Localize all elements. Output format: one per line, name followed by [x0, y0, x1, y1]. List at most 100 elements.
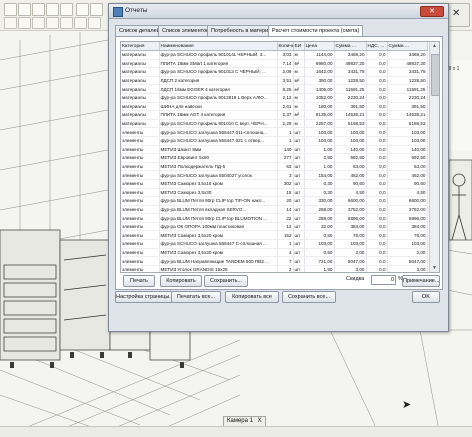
table-row[interactable]: элементы фур-ра ОК ОПОРА 100мм пластикова…: [121, 222, 428, 232]
column-header[interactable]: Цена: [304, 42, 335, 51]
table-row[interactable]: материалы ЛДСП 2 категория 3,51 м² 350,00 122…: [121, 76, 428, 86]
table-cell: 277: [277, 153, 294, 163]
copy-button[interactable]: Копировать: [160, 275, 202, 287]
open-icon[interactable]: [18, 3, 31, 16]
table-row[interactable]: элементы МЕТИЗ Саморез 3,5х20 кром 152 шт 0,…: [121, 230, 428, 241]
table-cell: 2,37: [277, 110, 294, 120]
table-cell: элементы: [121, 196, 160, 206]
table-row[interactable]: элементы МЕТИЗ Саморез 3,5х16 кром 302 шт 0,…: [121, 179, 428, 189]
table-cell: 302: [277, 179, 294, 189]
reports-dialog: Отчеты ✕ Список деталей Список элементов…: [108, 3, 449, 332]
scrollbar-thumb[interactable]: [431, 54, 439, 96]
table-row[interactable]: материалы ПЛИТА 18мм SMart 1 категория 7,1…: [121, 59, 428, 69]
cut-icon[interactable]: [76, 3, 89, 16]
table-row[interactable]: элементы МЕТИЗ Саморез 3,5х30 15 шт 0,30 4,50…: [121, 188, 428, 198]
table-row[interactable]: материалы фур-ра SCHUCO профиль 901013 С …: [121, 67, 428, 77]
table-cell: 154,00: [304, 170, 335, 180]
dialog-close-button[interactable]: ✕: [420, 6, 444, 17]
table-cell: м²: [293, 59, 305, 69]
scroll-down-icon[interactable]: ▼: [431, 264, 438, 272]
table-cell: фур-ра SCHUCO профиль 901014L ЧЕРНЫЙ, 3.…: [159, 50, 278, 60]
table-row[interactable]: элементы фур-ра SCHUCO заглушка 566447.02…: [121, 136, 428, 146]
table-row[interactable]: элементы фур-ра SCHUCO заглушка 566447.01…: [121, 127, 428, 137]
camera-tab-close[interactable]: X: [258, 417, 262, 426]
tab-elements-list[interactable]: Список элементов: [158, 25, 214, 36]
column-header[interactable]: Категория: [121, 42, 160, 51]
table-row[interactable]: материалы ЛДСП 16мм EGGER 4 категория 8,25…: [121, 84, 428, 94]
table-cell: 63: [277, 162, 294, 172]
table-cell: материалы: [121, 67, 160, 77]
table-row[interactable]: элементы фур-ра SCHUCO заглушка 566447 С-…: [121, 239, 428, 249]
table-row[interactable]: элементы фур-ра SCHUCO заглушка 5504027 у…: [121, 170, 428, 180]
paste-icon[interactable]: [90, 3, 103, 16]
table-row[interactable]: материалы фур-ра SCHUCO профиль 901014L Ч…: [121, 50, 428, 60]
column-header[interactable]: Сумма ...: [387, 42, 428, 51]
note-button[interactable]: Примечание...: [402, 275, 440, 287]
table-cell: 1144,00: [304, 50, 335, 60]
print-all-button[interactable]: Печатать все...: [171, 291, 221, 303]
layer-icon[interactable]: [74, 17, 87, 29]
table-cell: 5168,53: [387, 119, 428, 129]
save-button[interactable]: Сохранить...: [204, 275, 248, 287]
table-row[interactable]: элементы МЕТИЗ Уголок GRANDIS 15х25 2 шт 1,5…: [121, 265, 428, 272]
table-cell: фур-ра BLUM Направляющие TANDEM 500 ПВЗ …: [159, 256, 278, 266]
estimate-table[interactable]: КатегорияНаименованиеКоличе...ЕИЦенаСумм…: [120, 41, 440, 273]
table-cell: 2257,00: [304, 119, 335, 129]
column-header[interactable]: Наименование: [159, 42, 278, 51]
table-row[interactable]: элементы фур-ра BLUM Петля вкладная SERVO…: [121, 205, 428, 215]
column-header[interactable]: Сумма ...: [334, 42, 367, 51]
table-cell: МЕТИЗ Саморез 3,5х30: [159, 188, 278, 198]
table-row[interactable]: материалы фур-ра SCHUCO профиль 9012816 L…: [121, 93, 428, 103]
table-cell: 140,00: [387, 145, 428, 155]
table-row[interactable]: материалы фур-ра SCHUCO профиль 901010 С …: [121, 119, 428, 129]
table-cell: элементы: [121, 265, 160, 272]
table-row[interactable]: элементы МЕТИЗ Саморез 3,5х30 кром 4 шт 0,50…: [121, 248, 428, 258]
window-close-icon[interactable]: ✕: [452, 8, 460, 19]
page-setup-button[interactable]: Настройка страницы...: [115, 291, 175, 303]
table-cell: 2,12: [277, 93, 294, 103]
ok-button[interactable]: OK: [412, 291, 440, 303]
table-cell: 0,0: [366, 76, 388, 86]
tab-parts-list[interactable]: Список деталей: [115, 25, 164, 36]
column-header[interactable]: Количе...: [277, 42, 294, 51]
view-icon[interactable]: [4, 17, 17, 29]
rotate-icon[interactable]: [32, 17, 45, 29]
table-cell: шт: [293, 162, 305, 172]
table-cell: 22: [277, 213, 294, 223]
copy-all-button[interactable]: Копировать все: [225, 291, 279, 303]
table-scrollbar[interactable]: ▲ ▼: [429, 42, 439, 272]
table-row[interactable]: элементы МЕТИЗ Шкант 8мм 140 шт 1,00 140,00 0,…: [121, 145, 428, 155]
table-row[interactable]: материалы ПЛИТА 18мм AGT 4 категория 2,37 м…: [121, 110, 428, 120]
table-cell: материалы: [121, 93, 160, 103]
table-cell: 2: [277, 265, 294, 272]
table-row[interactable]: элементы фур-ра BLUM Петля 90гр CLIP top …: [121, 196, 428, 206]
save-icon[interactable]: [32, 3, 45, 16]
table-row[interactable]: элементы МЕТИЗ Полкодержатель ПД-5 63 шт 1,0…: [121, 162, 428, 172]
table-cell: элементы: [121, 162, 160, 172]
column-header[interactable]: НДС, ...: [366, 42, 388, 51]
discount-input[interactable]: 0: [371, 275, 396, 285]
table-cell: ШИНА для навески: [159, 102, 278, 112]
select-tool-icon[interactable]: [4, 3, 17, 16]
table-row[interactable]: элементы МЕТИЗ Евровинт 5х50 277 шт 2,50 692,…: [121, 153, 428, 163]
measure-icon[interactable]: [60, 17, 73, 29]
table-cell: шт: [293, 205, 305, 215]
dialog-titlebar[interactable]: Отчеты ✕: [109, 4, 448, 19]
table-cell: шт: [293, 265, 305, 272]
redo-icon[interactable]: [60, 3, 73, 16]
pan-icon[interactable]: [46, 17, 59, 29]
undo-icon[interactable]: [46, 3, 59, 16]
scroll-up-icon[interactable]: ▲: [431, 42, 438, 50]
zoom-icon[interactable]: [18, 17, 31, 29]
print-button[interactable]: Печать: [123, 275, 155, 287]
save-all-button[interactable]: Сохранить все...: [282, 291, 336, 303]
table-row[interactable]: элементы фур-ра BLUM Направляющие TANDEM …: [121, 256, 428, 266]
table-row[interactable]: элементы фур-ра BLUM Петля 90гр CLIP top …: [121, 213, 428, 223]
table-cell: ЛДСП 2 категория: [159, 76, 278, 86]
table-row[interactable]: материалы ШИНА для навески 2,61 м 180,00 391,…: [121, 102, 428, 112]
table-cell: 0,0: [366, 179, 388, 189]
table-cell: 3,51: [277, 76, 294, 86]
table-cell: 49837,20: [334, 59, 367, 69]
column-header[interactable]: ЕИ: [293, 42, 305, 51]
material-icon[interactable]: [88, 17, 101, 29]
